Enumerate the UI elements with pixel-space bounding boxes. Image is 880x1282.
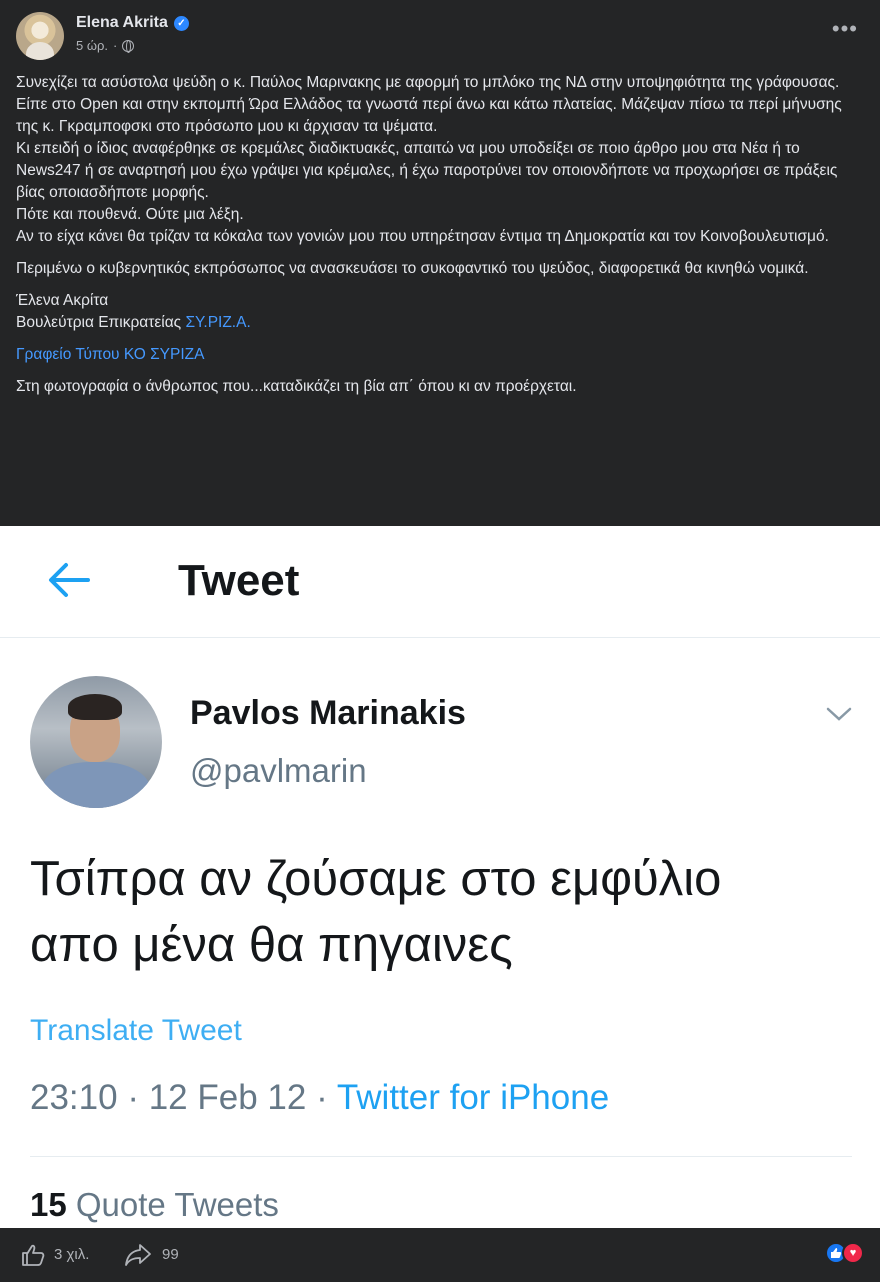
tweet-text-line-1: Τσίπρα αν ζούσαμε στο εμφύλιο [30,852,722,906]
author-name[interactable]: Elena Akrita [76,14,168,32]
tweet-author-name: Pavlos Marinakis [190,694,466,732]
share-icon[interactable] [124,1242,152,1268]
post-text-1: Συνεχίζει τα ασύστολα ψεύδη ο κ. Παύλος … [16,74,842,135]
quote-count-number: 15 [30,1186,67,1223]
post-text-4: Αν το είχα κάνει θα τρίζαν τα κόκαλα των… [16,228,829,245]
share-count[interactable]: 99 [162,1246,179,1263]
back-arrow-icon [49,563,90,597]
syriza-link[interactable]: ΣΥ.ΡΙΖ.Α. [185,314,250,331]
tweet-client: Twitter for iPhone [336,1078,610,1117]
photo-caption: Στη φωτογραφία ο άνθρωπος που...καταδικά… [16,378,577,395]
post-paragraph-2: Περιμένω ο κυβερνητικός εκπρόσωπος να αν… [16,258,868,280]
signature-role: Βουλεύτρια Επικρατείας [16,314,182,331]
post-press-office: Γραφείο Τύπου ΚΟ ΣΥΡΙΖΑ [16,344,868,366]
chevron-down-icon [826,707,852,721]
tweet-date: 12 Feb 12 [148,1078,307,1117]
tweet-screenshot-image[interactable]: Tweet Pavlos Marinakis @pavlmarin Τσίπρα… [0,526,880,1228]
verified-badge-icon: ✓ [173,15,189,31]
tweet-divider [30,1156,852,1157]
tweet-meta: 23:10 · 12 Feb 12 · Twitter for iPhone [30,1078,609,1118]
post-meta: 5 ώρ. · [76,38,135,53]
tweet-meta-sep-1: · [127,1078,139,1117]
post-text-2: Κι επειδή ο ίδιος αναφέρθηκε σε κρεμάλες… [16,140,838,201]
tweet-text-line-2: απο μένα θα πηγαινες [30,918,513,972]
translate-tweet-link: Translate Tweet [30,1014,242,1047]
like-icon[interactable] [20,1242,46,1268]
post-time[interactable]: 5 ώρ. [76,38,108,53]
tweet-topbar: Tweet [0,526,880,638]
meta-separator: · [113,38,118,53]
post-header: Elena Akrita ✓ 5 ώρ. · ••• [0,0,880,66]
tweet-author-handle: @pavlmarin [190,752,367,789]
author-row: Elena Akrita ✓ [76,14,189,32]
press-office-link[interactable]: Γραφείο Τύπου ΚΟ ΣΥΡΙΖΑ [16,346,204,363]
tweet-text: Τσίπρα αν ζούσαμε στο εμφύλιο απο μένα θ… [30,846,860,978]
tweet-header-title: Tweet [178,556,300,605]
post-body: Συνεχίζει τα ασύστολα ψεύδη ο κ. Παύλος … [16,72,868,408]
quote-count-label: Quote Tweets [75,1186,279,1223]
tweet-meta-sep-2: · [316,1078,328,1117]
tweet-quote-count: 15 Quote Tweets [30,1186,279,1224]
tweet-author-avatar [30,676,162,808]
post-photo-caption: Στη φωτογραφία ο άνθρωπος που...καταδικά… [16,376,868,398]
more-options-button[interactable]: ••• [832,18,858,40]
post-footer: 3 χιλ. 99 ♥ [0,1228,880,1282]
post-text-5: Περιμένω ο κυβερνητικός εκπρόσωπος να αν… [16,260,809,277]
tweet-time: 23:10 [30,1078,118,1117]
globe-icon [122,39,135,53]
post-paragraph-1: Συνεχίζει τα ασύστολα ψεύδη ο κ. Παύλος … [16,72,868,248]
reactions-summary[interactable]: ♥ [825,1242,864,1264]
like-count[interactable]: 3 χιλ. [54,1246,89,1263]
signature-name: Έλενα Ακρίτα [16,292,109,309]
post-signature: Έλενα Ακρίτα Βουλεύτρια Επικρατείας ΣΥ.Ρ… [16,290,868,334]
love-reaction-icon: ♥ [842,1242,864,1264]
author-avatar[interactable] [16,12,64,60]
post-text-3: Πότε και πουθενά. Ούτε μια λέξη. [16,206,244,223]
